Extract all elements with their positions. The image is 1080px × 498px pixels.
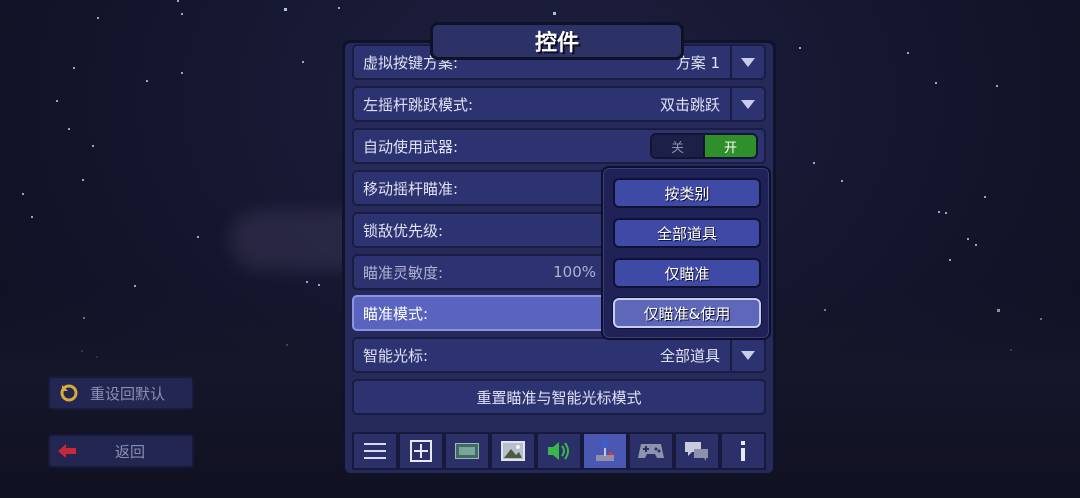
reset-aim-cursor-label: 重置瞄准与智能光标模式: [476, 388, 642, 407]
interface-icon: [410, 440, 432, 462]
tab-video[interactable]: [444, 432, 490, 470]
chevron-down-icon[interactable]: [730, 46, 764, 78]
sound-icon: [548, 442, 569, 460]
star: [935, 82, 937, 84]
setting-value: 双击跳跃: [659, 95, 720, 114]
star: [146, 80, 148, 82]
setting-value: 全部道具: [659, 346, 720, 365]
star: [813, 162, 815, 164]
chevron-down-icon[interactable]: [730, 88, 764, 120]
star: [134, 285, 136, 287]
setting-smart-cursor[interactable]: 智能光标: 全部道具: [352, 337, 766, 373]
star: [975, 244, 977, 246]
setting-label: 智能光标:: [363, 346, 429, 365]
star: [73, 67, 75, 69]
star: [318, 284, 320, 286]
star: [984, 196, 986, 198]
star: [56, 100, 58, 102]
star: [181, 13, 183, 15]
panel-title: 控件: [430, 22, 684, 60]
setting-label: 左摇杆跳跃模式:: [363, 95, 474, 114]
tab-chat[interactable]: [674, 432, 720, 470]
star: [181, 72, 183, 74]
dropdown-option[interactable]: 仅瞄准: [613, 258, 761, 288]
reset-default-button[interactable]: 重设回默认: [48, 376, 194, 410]
star: [949, 259, 951, 261]
star: [92, 145, 94, 147]
tab-controls[interactable]: [582, 432, 628, 470]
star: [306, 281, 308, 283]
tab-menu[interactable]: [352, 432, 398, 470]
star: [197, 236, 199, 238]
star: [967, 238, 969, 240]
star: [97, 17, 99, 19]
reset-default-label: 重设回默认: [90, 384, 166, 403]
star: [799, 47, 801, 49]
chat-icon: [685, 442, 708, 461]
menu-icon: [364, 443, 386, 459]
picture-icon: [501, 441, 525, 461]
settings-category-tabs: [352, 432, 766, 470]
tab-picture[interactable]: [490, 432, 536, 470]
star: [945, 212, 947, 214]
back-button[interactable]: 返回: [48, 434, 194, 468]
setting-auto-use-weapon: 自动使用武器: 关 开: [352, 128, 766, 164]
info-icon: [741, 441, 745, 461]
tab-info[interactable]: [720, 432, 766, 470]
star: [338, 7, 340, 9]
back-label: 返回: [114, 442, 145, 461]
setting-value: 100%: [553, 263, 596, 281]
star: [177, 0, 179, 2]
video-icon: [455, 443, 479, 459]
setting-left-stick-jump-mode[interactable]: 左摇杆跳跃模式: 双击跳跃: [352, 86, 766, 122]
back-arrow-icon: [58, 444, 76, 458]
star: [31, 216, 33, 218]
dropdown-option[interactable]: 全部道具: [613, 218, 761, 248]
dropdown-option[interactable]: 按类别: [613, 178, 761, 208]
star: [938, 211, 940, 213]
star: [22, 193, 24, 195]
star: [553, 12, 556, 15]
setting-label: 自动使用武器:: [363, 137, 459, 156]
tab-sound[interactable]: [536, 432, 582, 470]
star: [284, 8, 287, 11]
tab-interface[interactable]: [398, 432, 444, 470]
auto-use-toggle[interactable]: 关 开: [650, 133, 758, 159]
reset-icon: [60, 384, 78, 402]
star: [68, 128, 70, 130]
star: [996, 85, 998, 87]
toggle-on-option[interactable]: 开: [703, 135, 756, 157]
dropdown-option-selected[interactable]: 仅瞄准&使用: [613, 298, 761, 328]
star: [841, 180, 843, 182]
toggle-off-option[interactable]: 关: [652, 135, 703, 157]
reset-aim-cursor-button[interactable]: 重置瞄准与智能光标模式: [352, 379, 766, 415]
aim-mode-dropdown: 按类别 全部道具 仅瞄准 仅瞄准&使用: [601, 166, 771, 340]
star: [82, 179, 84, 181]
joystick-icon: [596, 440, 614, 461]
tab-gamepad[interactable]: [628, 432, 674, 470]
gamepad-icon: [638, 444, 664, 458]
chevron-down-icon[interactable]: [730, 339, 764, 371]
star: [907, 52, 909, 54]
star: [302, 61, 304, 63]
setting-label: 瞄准灵敏度:: [363, 263, 444, 282]
